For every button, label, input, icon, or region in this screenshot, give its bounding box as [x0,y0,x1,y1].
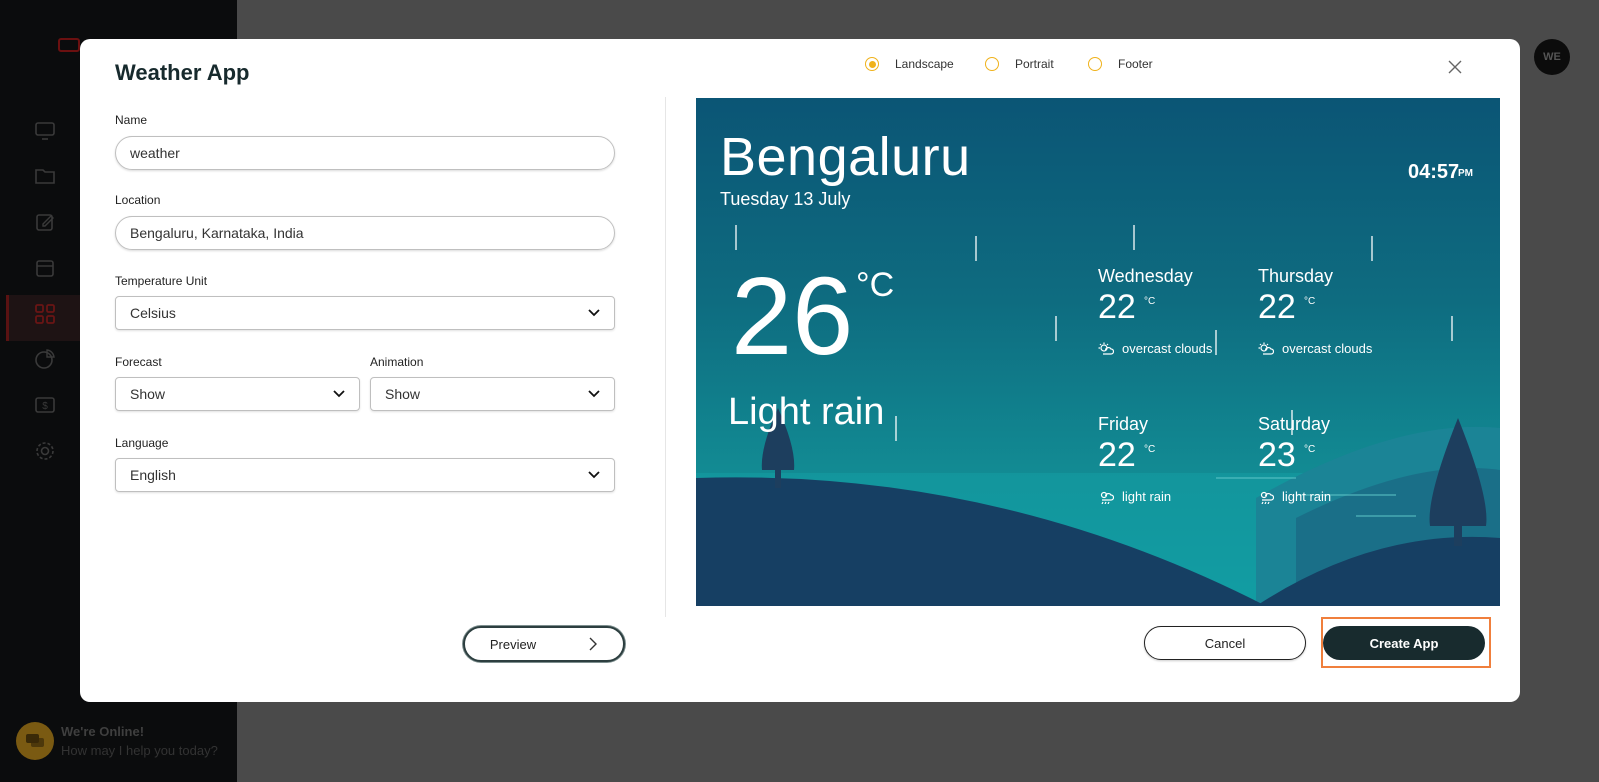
forecast-card: Friday 22 °C light rain [1098,414,1248,504]
forecast-desc: overcast clouds [1282,341,1373,356]
animation-select[interactable]: Show [370,377,615,411]
rain-cloud-icon [1260,491,1274,504]
apps-icon [34,303,56,325]
orientation-label: Landscape [895,57,954,71]
location-label: Location [115,193,161,207]
forecast-card: Wednesday 22 °C overcast clouds [1098,266,1248,356]
create-app-button[interactable]: Create App [1323,626,1485,660]
chat-icon [16,722,54,760]
language-select[interactable]: English [115,458,615,492]
chevron-down-icon [588,390,600,398]
monitor-icon [34,120,56,142]
temperature-unit-value: Celsius [130,305,176,321]
orientation-portrait[interactable]: Portrait [985,57,1054,71]
orientation-label: Portrait [1015,57,1054,71]
temperature-unit-label: Temperature Unit [115,274,208,288]
language-value: English [130,467,176,483]
cloudy-sun-icon [1098,342,1114,355]
animation-value: Show [385,386,421,402]
forecast-temp: 22 [1098,436,1136,474]
forecast-desc: light rain [1282,489,1332,504]
weather-app-modal: Weather App Landscape Portrait Footer Na… [80,39,1520,702]
forecast-day: Thursday [1258,266,1334,286]
folder-icon [34,165,56,187]
pie-chart-icon [34,348,56,370]
forecast-unit: °C [1304,296,1316,307]
forecast-desc: light rain [1122,489,1172,504]
chevron-down-icon [333,390,345,398]
close-icon [1448,60,1462,74]
radio-button[interactable] [865,57,879,71]
forecast-unit: °C [1144,296,1156,307]
gear-icon [34,440,56,462]
avatar[interactable]: WE [1534,39,1570,75]
city-name: Bengaluru [720,127,971,187]
forecast-card: Thursday 22 °C overcast clouds [1258,266,1408,356]
time: 04:57 [1408,161,1460,183]
close-button[interactable] [1443,55,1467,79]
edit-icon [34,211,56,233]
temperature-unit-select[interactable]: Celsius [115,296,615,330]
forecast-card: Saturday 23 °C light rain [1258,414,1408,504]
forecast-day: Saturday [1258,414,1331,434]
weather-preview: Bengaluru Tuesday 13 July 04:57 PM 26 °C… [696,98,1500,606]
time-period: PM [1458,168,1473,179]
forecast-unit: °C [1144,444,1156,455]
forecast-day: Friday [1098,414,1149,434]
forecast-unit: °C [1304,444,1316,455]
cancel-button[interactable]: Cancel [1144,626,1306,660]
preview-button[interactable]: Preview [463,626,625,662]
forecast-temp: 22 [1098,288,1136,326]
current-temperature: 26 [731,255,854,378]
chat-widget[interactable]: We're Online! How may I help you today? [16,722,218,760]
location-input[interactable]: Bengaluru, Karnataka, India [115,216,615,250]
current-condition: Light rain [728,391,885,433]
radio-button[interactable] [1088,57,1102,71]
forecast-value: Show [130,386,166,402]
preview-button-label: Preview [489,636,537,652]
animation-label: Animation [370,355,424,369]
billing-icon: $ [34,394,56,416]
forecast-temp: 23 [1258,436,1296,474]
svg-text:$: $ [42,401,48,412]
forecast-select[interactable]: Show [115,377,360,411]
rain-cloud-icon [1100,491,1114,504]
forecast-desc: overcast clouds [1122,341,1213,356]
calendar-icon [34,257,56,279]
language-label: Language [115,436,169,450]
cloudy-sun-icon [1258,342,1274,355]
divider [665,97,666,617]
chat-title: We're Online! [61,724,145,739]
name-input[interactable]: weather [115,136,615,170]
logo [58,38,80,52]
date: Tuesday 13 July [720,189,851,209]
orientation-label: Footer [1118,57,1153,71]
orientation-footer[interactable]: Footer [1088,57,1153,71]
forecast-label: Forecast [115,355,162,369]
chevron-down-icon [588,471,600,479]
chat-subtitle: How may I help you today? [61,743,218,758]
radio-button[interactable] [985,57,999,71]
modal-title: Weather App [115,60,250,85]
forecast-day: Wednesday [1098,266,1193,286]
chevron-right-icon [589,637,598,651]
orientation-landscape[interactable]: Landscape [865,57,954,71]
name-label: Name [115,113,148,127]
chevron-down-icon [588,309,600,317]
forecast-temp: 22 [1258,288,1296,326]
temperature-unit: °C [856,266,895,304]
